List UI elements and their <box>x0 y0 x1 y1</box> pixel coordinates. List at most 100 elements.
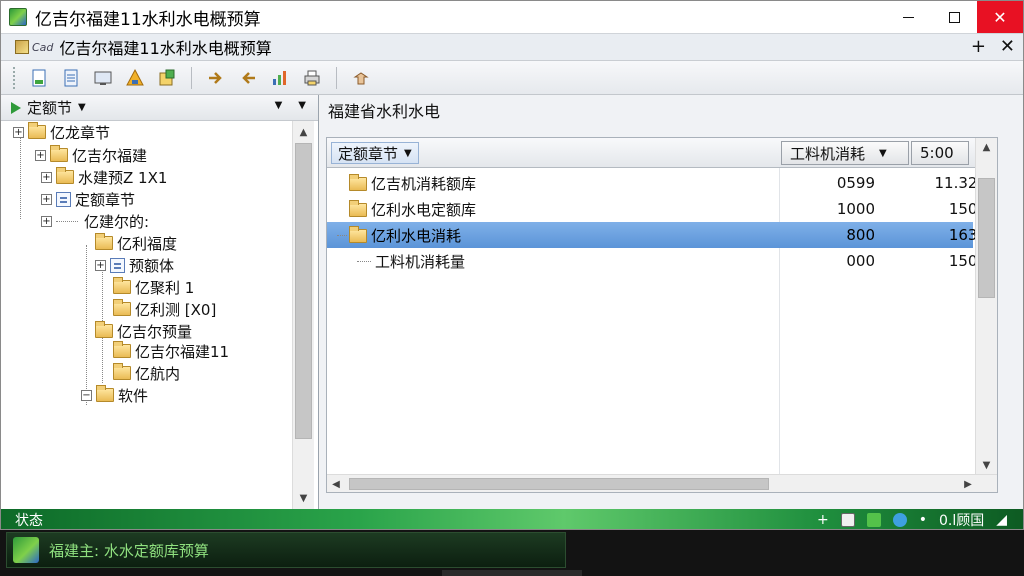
tree-node-label: 亿利福度 <box>117 234 178 253</box>
left-vertical-scrollbar[interactable]: ▲ ▼ <box>292 121 314 509</box>
pane-pin-icon[interactable]: ▼ <box>298 100 306 111</box>
scroll-up-icon[interactable]: ▲ <box>293 123 314 141</box>
printer-icon <box>304 70 320 85</box>
maximize-button[interactable] <box>931 1 977 33</box>
preview-button[interactable] <box>91 66 115 90</box>
grid-horizontal-scrollbar[interactable]: ◀ ▶ <box>327 474 997 492</box>
minimize-button[interactable] <box>885 1 931 33</box>
play-icon[interactable] <box>11 101 21 114</box>
expand-icon[interactable]: + <box>35 149 46 161</box>
taskbar: 福建主: 水水定额库预算 <box>0 530 1024 576</box>
scroll-right-icon[interactable]: ▶ <box>959 475 977 493</box>
back-button[interactable] <box>236 66 260 90</box>
status-tray: + • 0.l顾国 ◢ <box>817 510 1007 529</box>
row-name: 工料机消耗量 <box>375 253 466 271</box>
status-label: 状态 <box>15 513 43 529</box>
close-icon: ✕ <box>993 7 1007 27</box>
column-header-consumption[interactable]: 工料机消耗 ▼ <box>781 141 909 165</box>
column-header-value[interactable]: 5:00 <box>911 141 969 165</box>
open-file-button[interactable] <box>59 66 83 90</box>
main-window: 亿吉尔福建11水利水电概预算 ✕ Cad 亿吉尔福建11水利水电概预算 + ✕ <box>0 0 1024 530</box>
new-file-icon <box>32 69 46 86</box>
expand-icon[interactable]: + <box>41 171 52 183</box>
tree-node[interactable]: 亿吉尔预量 <box>95 321 192 341</box>
row-name-cell: 亿吉机消耗额库 <box>349 173 476 194</box>
minimize-icon <box>902 16 914 18</box>
plus-icon[interactable]: + <box>817 512 829 528</box>
chevron-down-icon[interactable]: ▼ <box>879 148 887 159</box>
tree-line <box>56 220 78 222</box>
export-button[interactable] <box>155 66 179 90</box>
network-icon[interactable] <box>866 513 881 527</box>
new-tab-icon[interactable]: + <box>971 36 986 57</box>
row-value-2: 1630 <box>948 226 987 244</box>
tree-node[interactable]: + 亿建尔的: <box>41 211 149 231</box>
scroll-thumb[interactable] <box>295 143 312 439</box>
chevron-down-icon[interactable]: ▼ <box>78 102 86 113</box>
tree-line <box>86 245 87 405</box>
tree-node[interactable]: + 定额章节 <box>41 189 135 209</box>
pane-dropdown-icon[interactable]: ▼ <box>275 100 283 111</box>
maximize-icon <box>948 11 960 23</box>
tree-node[interactable]: 亿航内 <box>113 363 180 383</box>
scroll-thumb[interactable] <box>349 478 769 490</box>
tree-node[interactable]: 亿吉尔福建11 <box>113 341 229 361</box>
sync-icon[interactable] <box>892 513 907 527</box>
tree-node-label: 亿龙章节 <box>50 123 111 142</box>
table-row[interactable]: 亿利水电定额库 1000 1500 <box>327 196 987 222</box>
open-file-icon <box>64 69 78 86</box>
tree-node[interactable]: + 亿龙章节 <box>13 122 110 142</box>
row-value-2: 11.320 <box>934 174 988 192</box>
tree-node[interactable]: + 预额体 <box>95 255 174 275</box>
row-value-2: 1500 <box>948 200 987 218</box>
new-file-button[interactable] <box>27 66 51 90</box>
column-header-label: 工料机消耗 <box>790 144 866 163</box>
close-button[interactable]: ✕ <box>977 1 1023 33</box>
folder-icon <box>349 225 367 243</box>
print-button[interactable] <box>300 66 324 90</box>
grid-vertical-scrollbar[interactable]: ▲ ▼ <box>975 138 997 474</box>
scroll-left-icon[interactable]: ◀ <box>327 475 345 493</box>
scroll-down-icon[interactable]: ▼ <box>293 489 314 507</box>
calendar-icon[interactable] <box>840 513 855 527</box>
table-row-selected[interactable]: 亿利水电消耗 800 1630 <box>327 222 987 248</box>
chart-button[interactable] <box>268 66 292 90</box>
row-name-cell: 亿利水电定额库 <box>349 199 476 220</box>
tree-node[interactable]: 亿利测 [X0] <box>113 299 216 319</box>
section-selector[interactable]: 定额节 <box>27 97 72 118</box>
scroll-down-icon[interactable]: ▼ <box>976 456 997 474</box>
folder-icon <box>95 233 113 250</box>
tree-node-label: 亿吉尔福建11 <box>135 342 230 361</box>
expand-icon[interactable]: + <box>13 126 24 138</box>
tree-node-label: 预额体 <box>129 256 175 275</box>
scroll-thumb[interactable] <box>978 178 995 298</box>
tree-node[interactable]: + 亿吉尔福建 <box>35 145 147 165</box>
tree-node[interactable]: + 水建预Z 1X1 <box>41 167 167 187</box>
forward-button[interactable] <box>204 66 228 90</box>
tree-node[interactable]: 亿聚利 1 <box>113 277 194 297</box>
help-button[interactable] <box>349 66 373 90</box>
folder-icon <box>95 321 113 338</box>
taskbar-app-button[interactable]: 福建主: 水水定额库预算 <box>6 532 566 568</box>
scroll-up-icon[interactable]: ▲ <box>976 138 997 156</box>
taskbar-app-title: 福建主: 水水定额库预算 <box>49 541 209 560</box>
expand-icon[interactable]: + <box>41 193 52 205</box>
expand-icon[interactable]: − <box>81 389 92 401</box>
toolbar-grip[interactable] <box>13 66 17 89</box>
resize-grip-icon[interactable]: ◢ <box>996 512 1007 528</box>
tree-node[interactable]: − 软件 <box>81 385 148 405</box>
document-bar: Cad 亿吉尔福建11水利水电概预算 + ✕ <box>1 33 1023 61</box>
document-close-icon[interactable]: ✕ <box>1000 36 1015 57</box>
table-row[interactable]: 工料机消耗量 000 1500 <box>327 248 987 274</box>
table-row[interactable]: 亿吉机消耗额库 0599 11.320 <box>327 170 987 196</box>
tree-node[interactable]: 亿利福度 <box>95 233 177 253</box>
expand-icon[interactable]: + <box>41 215 52 227</box>
expand-icon[interactable]: + <box>95 259 106 271</box>
group-by-button[interactable]: 定额章节 ▼ <box>331 142 419 164</box>
calculate-button[interactable] <box>123 66 147 90</box>
row-value-1: 800 <box>846 226 875 244</box>
tree-node-label: 亿吉尔预量 <box>117 322 193 341</box>
row-name: 亿利水电定额库 <box>371 201 477 219</box>
pane-menu: ▼ ▼ <box>275 100 306 111</box>
document-title: 亿吉尔福建11水利水电概预算 <box>59 39 272 58</box>
